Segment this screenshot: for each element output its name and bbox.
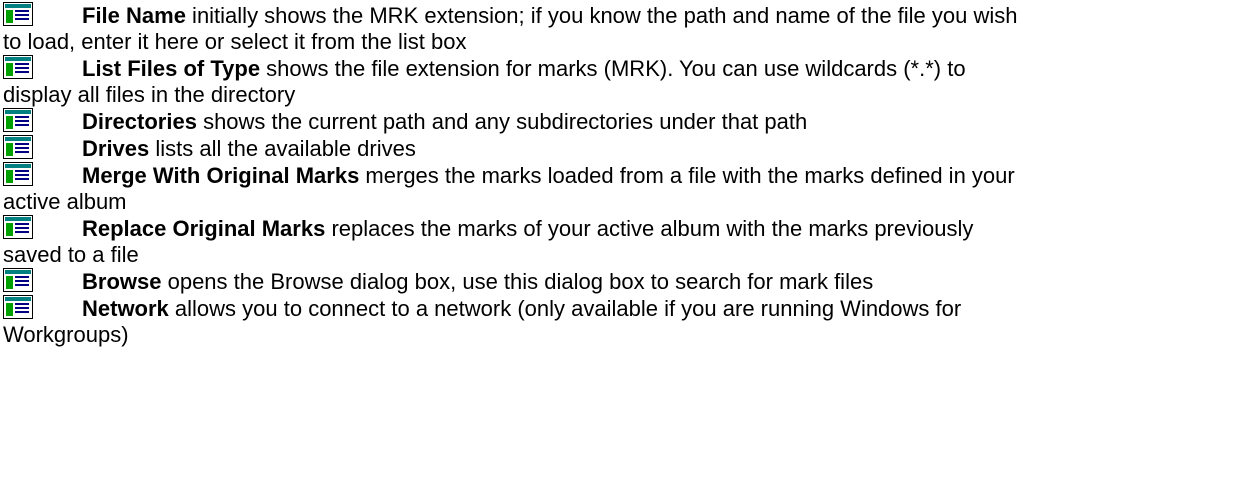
help-description-continued: Workgroups) <box>3 322 129 347</box>
help-entry: Directories shows the current path and a… <box>3 108 1243 135</box>
help-description-continued: display all files in the directory <box>3 82 296 107</box>
dialog-field-icon[interactable] <box>3 215 33 239</box>
dialog-field-icon[interactable] <box>3 295 33 319</box>
help-entry: File Name initially shows the MRK extens… <box>3 2 1243 55</box>
help-description: shows the file extension for marks (MRK)… <box>260 56 966 81</box>
help-entry: Browse opens the Browse dialog box, use … <box>3 268 1243 295</box>
help-description: initially shows the MRK extension; if yo… <box>185 3 1018 28</box>
help-term: File Name <box>82 3 186 28</box>
help-description: allows you to connect to a network (only… <box>168 296 962 321</box>
dialog-field-icon[interactable] <box>3 135 33 159</box>
help-term: Directories <box>82 109 197 134</box>
help-description-continued: active album <box>3 189 127 214</box>
dialog-field-icon[interactable] <box>3 2 33 26</box>
help-description: lists all the available drives <box>149 136 416 161</box>
help-entry: Replace Original Marks replaces the mark… <box>3 215 1243 268</box>
help-entry: Network allows you to connect to a netwo… <box>3 295 1243 348</box>
help-description-continued: saved to a file <box>3 242 139 267</box>
help-description: opens the Browse dialog box, use this di… <box>161 269 874 294</box>
dialog-field-icon[interactable] <box>3 162 33 186</box>
help-description-continued: to load, enter it here or select it from… <box>3 29 467 54</box>
help-entry: Merge With Original Marks merges the mar… <box>3 162 1243 215</box>
dialog-field-icon[interactable] <box>3 108 33 132</box>
help-topic-body: File Name initially shows the MRK extens… <box>0 0 1243 348</box>
help-term: Drives <box>82 136 150 161</box>
dialog-field-icon[interactable] <box>3 268 33 292</box>
help-description: merges the marks loaded from a file with… <box>359 163 1015 188</box>
help-term: Merge With Original Marks <box>82 163 360 188</box>
help-description: shows the current path and any subdirect… <box>196 109 808 134</box>
help-entry: Drives lists all the available drives <box>3 135 1243 162</box>
help-entry: List Files of Type shows the file extens… <box>3 55 1243 108</box>
help-term: List Files of Type <box>82 56 261 81</box>
help-term: Browse <box>82 269 162 294</box>
dialog-field-icon[interactable] <box>3 55 33 79</box>
help-term: Network <box>82 296 169 321</box>
help-term: Replace Original Marks <box>82 216 326 241</box>
help-description: replaces the marks of your active album … <box>325 216 974 241</box>
